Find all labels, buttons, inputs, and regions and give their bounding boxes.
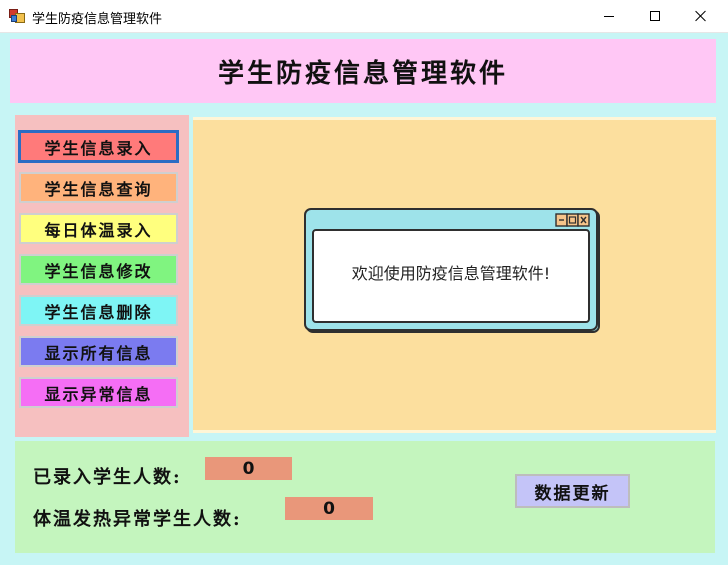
dialog-maximize-icon — [566, 213, 579, 227]
fever-count-label: 体温发热异常学生人数: — [33, 509, 242, 530]
close-icon — [695, 10, 707, 22]
nav-button-student-query[interactable]: 学生信息查询 — [19, 172, 178, 203]
registered-count-label: 已录入学生人数: — [33, 467, 182, 488]
nav-button-temperature-entry[interactable]: 每日体温录入 — [19, 213, 178, 244]
title-bar[interactable]: 学生防疫信息管理软件 — [0, 0, 728, 33]
nav-panel: 学生信息录入 学生信息查询 每日体温录入 学生信息修改 学生信息删除 显示所有信… — [15, 115, 189, 437]
maximize-icon — [650, 11, 660, 21]
close-button[interactable] — [678, 0, 724, 32]
welcome-dialog-graphic: 欢迎使用防疫信息管理软件! — [304, 208, 600, 333]
app-icon — [9, 9, 25, 23]
page-title: 学生防疫信息管理软件 — [217, 58, 508, 89]
stats-panel: 已录入学生人数: 0 体温发热异常学生人数: 0 数据更新 — [15, 441, 715, 553]
nav-button-student-edit[interactable]: 学生信息修改 — [19, 254, 178, 285]
nav-button-show-abnormal[interactable]: 显示异常信息 — [19, 377, 178, 408]
maximize-button[interactable] — [632, 0, 678, 32]
fever-count-value: 0 — [285, 497, 373, 520]
nav-button-student-entry[interactable]: 学生信息录入 — [18, 130, 179, 163]
refresh-data-button[interactable]: 数据更新 — [515, 474, 630, 508]
dialog-minimize-icon — [555, 213, 568, 227]
dialog-close-icon — [577, 213, 590, 227]
minimize-icon — [604, 15, 614, 17]
nav-button-show-all[interactable]: 显示所有信息 — [19, 336, 178, 367]
window-title: 学生防疫信息管理软件 — [32, 12, 163, 27]
nav-button-student-delete[interactable]: 学生信息删除 — [19, 295, 178, 326]
minimize-button[interactable] — [586, 0, 632, 32]
header-banner: 学生防疫信息管理软件 — [10, 39, 716, 103]
welcome-message: 欢迎使用防疫信息管理软件! — [352, 264, 550, 283]
registered-count-value: 0 — [205, 457, 292, 480]
